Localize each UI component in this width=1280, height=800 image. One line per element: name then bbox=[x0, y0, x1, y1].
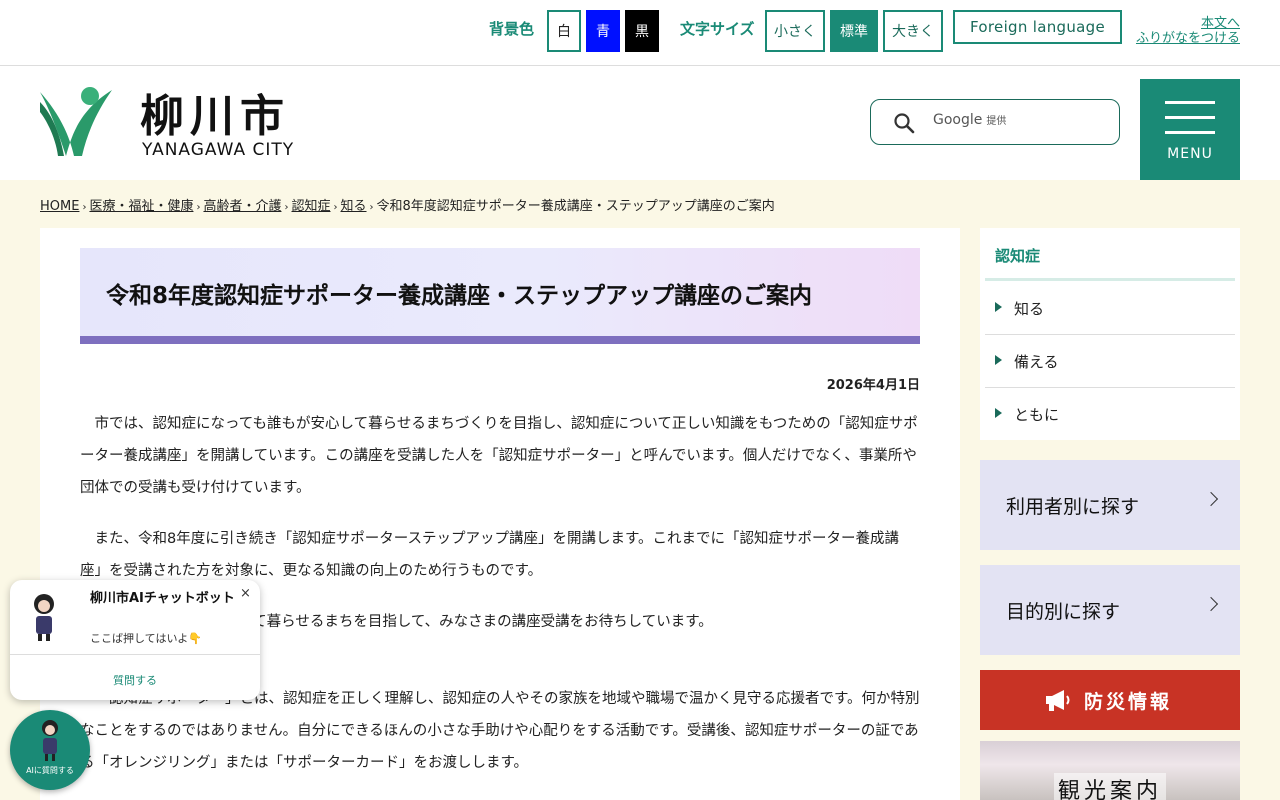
font-standard-button[interactable]: 標準 bbox=[830, 10, 878, 52]
breadcrumb-home[interactable]: HOME bbox=[40, 199, 79, 214]
breadcrumb-know[interactable]: 知る bbox=[341, 199, 367, 214]
menu-button[interactable]: MENU bbox=[1140, 79, 1240, 180]
menu-label: MENU bbox=[1167, 146, 1213, 162]
font-small-button[interactable]: 小さく bbox=[765, 10, 825, 52]
breadcrumb-dementia[interactable]: 認知症 bbox=[291, 199, 330, 214]
triangle-right-icon bbox=[995, 355, 1002, 365]
chatbot-avatar-icon bbox=[34, 594, 54, 641]
tourism-label: 観光案内 bbox=[1054, 773, 1167, 800]
chatbot-title: 柳川市AIチャットボット bbox=[90, 591, 235, 606]
search-icon[interactable] bbox=[893, 112, 915, 134]
article-paragraph: また、令和8年度に引き続き「認知症サポーターステップアップ講座」を開講します。こ… bbox=[80, 531, 900, 579]
main-content: 令和8年度認知症サポーター養成講座・ステップアップ講座のご案内 2026年4月1… bbox=[40, 228, 960, 800]
page-title: 令和8年度認知症サポーター養成講座・ステップアップ講座のご案内 bbox=[106, 283, 813, 309]
chatbot-launcher-button[interactable]: AIに質問する bbox=[10, 710, 90, 790]
search-by-purpose-button[interactable]: 目的別に探す bbox=[980, 565, 1240, 655]
logo-subtitle: YANAGAWA CITY bbox=[142, 140, 295, 160]
sidebar-item-label: 備える bbox=[1014, 353, 1059, 371]
tourism-banner[interactable]: 観光案内 bbox=[980, 741, 1240, 800]
chatbot-character-icon bbox=[42, 720, 58, 761]
sidebar-item-label: 知る bbox=[1014, 300, 1045, 318]
chatbot-subtitle: ここば押してはいよ👇 bbox=[90, 632, 202, 645]
sidebar-item-together[interactable]: ともに bbox=[985, 388, 1235, 441]
site-header: 柳川市 YANAGAWA CITY Google 提供 MENU bbox=[0, 66, 1280, 180]
sidebar-item-prepare[interactable]: 備える bbox=[985, 335, 1235, 388]
chatbot-divider bbox=[10, 654, 260, 655]
font-size-label: 文字サイズ bbox=[680, 20, 755, 38]
foreign-language-button[interactable]: Foreign language bbox=[953, 10, 1122, 44]
utility-links: 本文へ ふりがなをつける bbox=[1128, 16, 1240, 46]
bg-color-label: 背景色 bbox=[489, 20, 535, 38]
bg-blue-button[interactable]: 青 bbox=[586, 10, 620, 52]
sidebar-item-label: ともに bbox=[1014, 406, 1060, 424]
megaphone-icon bbox=[1046, 690, 1070, 711]
search-input[interactable]: Google 提供 bbox=[933, 112, 1006, 128]
ask-question-button[interactable]: 質問する bbox=[10, 672, 260, 688]
page-title-banner: 令和8年度認知症サポーター養成講座・ステップアップ講座のご案内 bbox=[80, 248, 920, 344]
chevron-right-icon bbox=[1203, 596, 1219, 612]
breadcrumb-current: 令和8年度認知症サポーター養成講座・ステップアップ講座のご案内 bbox=[376, 199, 775, 214]
sidebar-nav: 認知症 知る 備える ともに bbox=[980, 228, 1240, 440]
bg-white-button[interactable]: 白 bbox=[547, 10, 581, 52]
search-by-user-button[interactable]: 利用者別に探す bbox=[980, 460, 1240, 550]
chatbot-launcher-label: AIに質問する bbox=[26, 766, 74, 775]
hamburger-icon bbox=[1165, 101, 1215, 135]
furigana-link[interactable]: ふりがなをつける bbox=[1128, 31, 1240, 46]
bg-black-button[interactable]: 黒 bbox=[625, 10, 659, 52]
skip-to-main-link[interactable]: 本文へ bbox=[1128, 16, 1240, 31]
city-logo-icon[interactable] bbox=[38, 84, 114, 158]
triangle-right-icon bbox=[995, 408, 1002, 418]
sidebar-item-know[interactable]: 知る bbox=[985, 282, 1235, 335]
logo-title[interactable]: 柳川市 bbox=[140, 80, 290, 144]
article-paragraph: 市では、認知症になっても誰もが安心して暮らせるまちづくりを目指し、認知症について… bbox=[80, 416, 918, 496]
sidebar-heading[interactable]: 認知症 bbox=[995, 245, 1040, 266]
publish-date: 2026年4月1日 bbox=[826, 378, 920, 393]
breadcrumb: HOME › 医療・福祉・健康 › 高齢者・介護 › 認知症 › 知る › 令和8年度認知症サポータ… bbox=[40, 199, 775, 214]
font-large-button[interactable]: 大きく bbox=[883, 10, 943, 52]
sidebar-divider bbox=[985, 278, 1235, 281]
chatbot-popup[interactable]: 柳川市AIチャットボット ここば押してはいよ👇 × 質問する bbox=[10, 580, 260, 700]
breadcrumb-medical[interactable]: 医療・福祉・健康 bbox=[89, 199, 193, 214]
triangle-right-icon bbox=[995, 302, 1002, 312]
close-icon[interactable]: × bbox=[240, 586, 251, 601]
chevron-right-icon bbox=[1203, 491, 1219, 507]
breadcrumb-elderly[interactable]: 高齢者・介護 bbox=[203, 199, 281, 214]
disaster-info-button[interactable]: 防災情報 bbox=[980, 670, 1240, 730]
utility-bar: 背景色 白 青 黒 文字サイズ 小さく 標準 大きく Foreign langu… bbox=[0, 0, 1280, 66]
site-search[interactable]: Google 提供 bbox=[870, 99, 1120, 145]
